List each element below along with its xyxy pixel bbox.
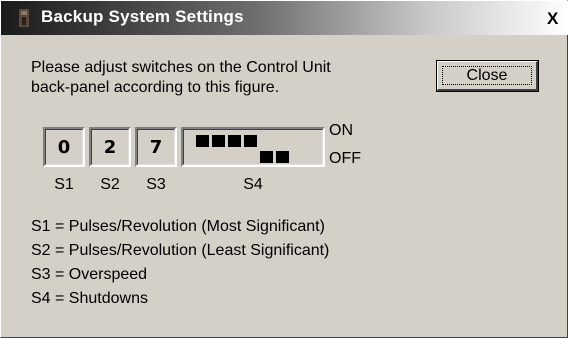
- legend-item: S4 = Shutdowns: [31, 290, 148, 307]
- legend-item: S3 = Overspeed: [31, 266, 148, 283]
- instructions-text: Please adjust switches on the Control Un…: [31, 58, 391, 98]
- close-button[interactable]: Close: [436, 60, 539, 92]
- close-button-label: Close: [442, 66, 532, 85]
- dip-switch-1: [196, 135, 209, 147]
- instructions-line: back-panel according to this figure.: [31, 79, 280, 96]
- switch-s1-value: 0: [57, 136, 71, 158]
- switch-s3-value: 7: [149, 136, 163, 158]
- switch-s4-label: S4: [243, 176, 263, 193]
- legend-item: S1 = Pulses/Revolution (Most Significant…: [31, 218, 325, 235]
- switch-s3-label: S3: [146, 176, 166, 193]
- switch-s4-dip: [181, 127, 325, 167]
- switch-s2-label: S2: [100, 176, 120, 193]
- dip-switch-4: [244, 135, 257, 147]
- off-label: OFF: [329, 150, 361, 167]
- legend: S1 = Pulses/Revolution (Most Significant…: [31, 215, 391, 311]
- title-bar[interactable]: Backup System Settings X: [1, 1, 568, 35]
- window-title: Backup System Settings: [41, 7, 244, 26]
- switch-s2-display: 2: [89, 127, 131, 167]
- legend-item: S2 = Pulses/Revolution (Least Significan…: [31, 242, 330, 259]
- dip-switch-3: [228, 135, 241, 147]
- instructions-line: Please adjust switches on the Control Un…: [31, 59, 331, 76]
- switch-s1-display: 0: [43, 127, 85, 167]
- dip-switch-6: [276, 151, 289, 163]
- settings-dialog: Backup System Settings X Please adjust s…: [0, 0, 568, 338]
- on-label: ON: [329, 122, 353, 139]
- switch-s3-display: 7: [135, 127, 177, 167]
- close-icon[interactable]: X: [547, 9, 568, 29]
- switch-s1-label: S1: [54, 176, 74, 193]
- dip-switch-5: [260, 151, 273, 163]
- switch-s2-value: 2: [103, 136, 117, 158]
- app-icon: [19, 9, 29, 27]
- dip-switch-2: [212, 135, 225, 147]
